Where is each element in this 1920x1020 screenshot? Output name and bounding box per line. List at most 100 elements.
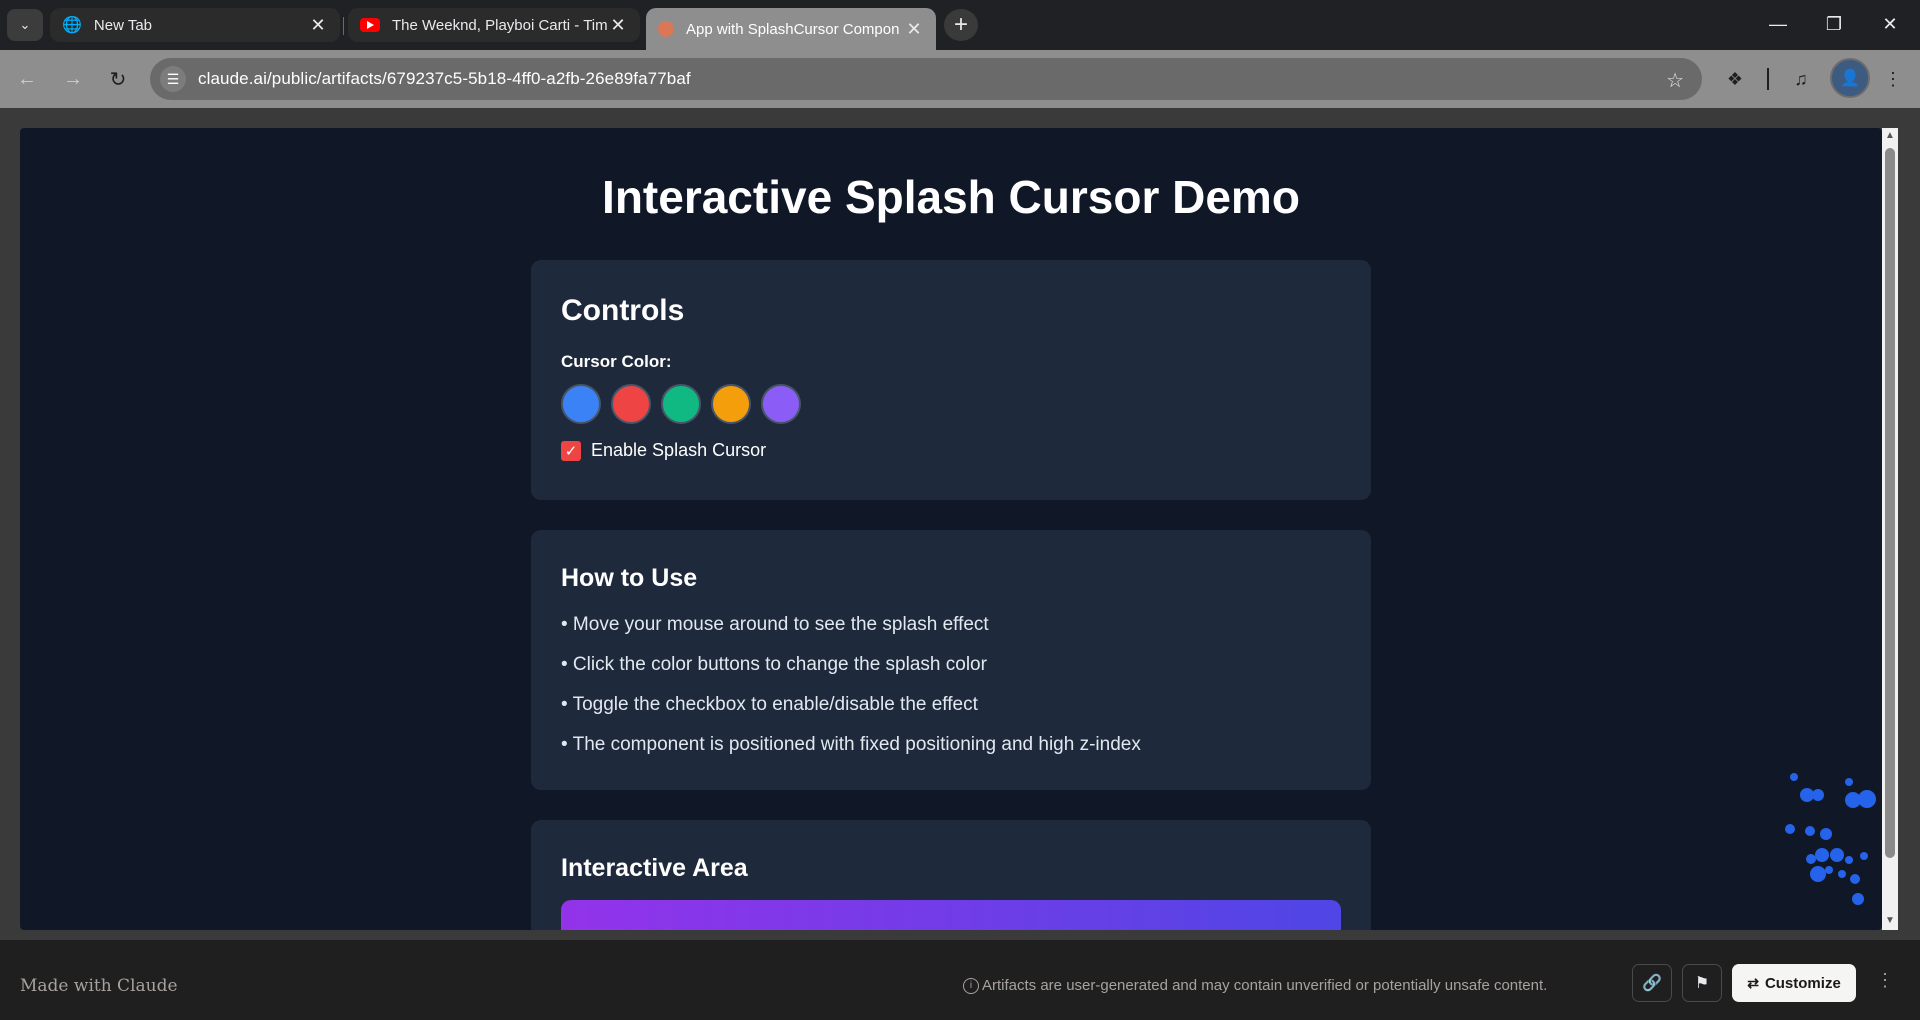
interactive-area-card: Interactive Area: [531, 820, 1371, 930]
new-tab-button[interactable]: +: [944, 9, 978, 41]
page-scrollbar[interactable]: ▲ ▼: [1882, 128, 1898, 930]
flag-icon: ⚑: [1694, 975, 1710, 992]
extensions-button[interactable]: ❖: [1720, 64, 1750, 94]
enable-splash-label: Enable Splash Cursor: [591, 440, 767, 460]
close-icon[interactable]: ✕: [904, 19, 924, 39]
browser-toolbar: ← → ↻ ☰ claude.ai/public/artifacts/67923…: [0, 50, 1920, 108]
arrow-left-icon: ←: [17, 67, 37, 90]
puzzle-icon: ❖: [1726, 68, 1744, 89]
splash-dot: [1805, 826, 1815, 836]
reload-button[interactable]: ↻: [103, 64, 133, 94]
splash-dot: [1825, 866, 1833, 874]
enable-splash-row[interactable]: ✓ Enable Splash Cursor: [561, 440, 766, 461]
address-bar[interactable]: ☰ claude.ai/public/artifacts/679237c5-5b…: [150, 58, 1702, 100]
color-swatch-button[interactable]: [611, 384, 651, 424]
controls-heading: Controls: [561, 294, 685, 327]
restore-icon: ❐: [1825, 13, 1843, 34]
page-title: Interactive Splash Cursor Demo: [602, 171, 1300, 223]
splash-dot: [1838, 870, 1846, 878]
cursor-color-label: Cursor Color:: [561, 352, 672, 371]
arrow-right-icon: →: [63, 67, 83, 90]
claude-icon: [658, 21, 674, 37]
more-options-icon[interactable]: ⋮: [1876, 970, 1894, 991]
splash-dot: [1830, 848, 1844, 862]
enable-splash-checkbox[interactable]: ✓: [561, 440, 581, 461]
scroll-down-icon[interactable]: ▼: [1885, 916, 1895, 926]
list-item: • Move your mouse around to see the spla…: [561, 614, 989, 635]
scroll-up-icon[interactable]: ▲: [1885, 131, 1895, 141]
tab-separator: [343, 17, 344, 35]
link-icon: 🔗: [1642, 975, 1662, 992]
tab-title: New Tab: [93, 16, 153, 34]
globe-icon: 🌐: [62, 17, 82, 34]
chevron-down-icon: ⌄: [19, 17, 31, 32]
splash-dot: [1845, 778, 1853, 786]
plus-icon: +: [953, 11, 968, 38]
profile-avatar[interactable]: 👤: [1830, 58, 1870, 98]
list-item: • Toggle the checkbox to enable/disable …: [561, 694, 978, 715]
tab-title: The Weeknd, Playboi Carti - Tim: [392, 16, 608, 34]
splash-dot: [1852, 893, 1864, 905]
color-swatch-button[interactable]: [661, 384, 701, 424]
media-control-button[interactable]: ♫: [1786, 64, 1816, 94]
tab-new-tab[interactable]: 🌐 New Tab ✕: [50, 8, 340, 42]
interactive-area-heading: Interactive Area: [561, 854, 748, 882]
minimize-icon: —: [1769, 13, 1787, 34]
customize-button[interactable]: ⇄ Customize: [1732, 964, 1856, 1002]
artifact-footer: Made with Claude i Artifacts are user-ge…: [0, 940, 1920, 1020]
how-to-use-heading: How to Use: [561, 564, 698, 592]
tab-search-button[interactable]: ⌄: [7, 9, 43, 41]
youtube-icon: [360, 18, 380, 32]
splash-dot: [1850, 874, 1860, 884]
splash-dot: [1806, 854, 1816, 864]
color-swatch-button[interactable]: [711, 384, 751, 424]
close-icon: ✕: [1882, 13, 1898, 34]
site-info-icon[interactable]: ☰: [160, 66, 186, 92]
splash-dot: [1790, 773, 1798, 781]
tab-title: App with SplashCursor Compon: [686, 20, 900, 38]
playlist-icon: ♫: [1794, 68, 1808, 89]
restore-button[interactable]: ❐: [1806, 0, 1862, 48]
avatar-icon: 👤: [1840, 70, 1860, 87]
close-icon[interactable]: ✕: [608, 15, 628, 35]
customize-label: Customize: [1764, 974, 1841, 992]
made-with-claude[interactable]: Made with Claude: [20, 976, 178, 996]
splash-dot: [1810, 866, 1826, 882]
color-swatches: [561, 384, 811, 424]
copy-link-button[interactable]: 🔗: [1632, 964, 1672, 1002]
info-icon: i: [963, 977, 979, 994]
tips-list: • Move your mouse around to see the spla…: [561, 610, 1141, 770]
tab-splash-cursor-app[interactable]: App with SplashCursor Compon ✕: [646, 8, 936, 50]
kebab-menu-icon: ⋮: [1884, 68, 1902, 89]
list-item: • Click the color buttons to change the …: [561, 654, 987, 675]
back-button[interactable]: ←: [12, 64, 42, 94]
scroll-thumb[interactable]: [1885, 148, 1895, 858]
how-to-use-card: How to Use • Move your mouse around to s…: [531, 530, 1371, 790]
tab-youtube[interactable]: The Weeknd, Playboi Carti - Tim ✕: [348, 8, 640, 42]
splash-dot: [1858, 790, 1876, 808]
interactive-gradient-area[interactable]: [561, 900, 1341, 930]
shuffle-icon: ⇄: [1747, 974, 1759, 991]
artifact-content: Interactive Splash Cursor Demo Controls …: [20, 128, 1882, 930]
controls-card: Controls Cursor Color: ✓ Enable Splash C…: [531, 260, 1371, 500]
toolbar-divider: [1767, 68, 1769, 90]
tab-strip: ⌄ 🌐 New Tab ✕ The Weeknd, Playboi Carti …: [0, 0, 1920, 50]
splash-dot: [1845, 856, 1853, 864]
report-button[interactable]: ⚑: [1682, 964, 1722, 1002]
close-window-button[interactable]: ✕: [1862, 0, 1918, 48]
safety-notice-text: Artifacts are user-generated and may con…: [982, 977, 1548, 994]
forward-button[interactable]: →: [58, 64, 88, 94]
browser-menu-button[interactable]: ⋮: [1878, 64, 1908, 94]
bookmark-star-icon[interactable]: ☆: [1666, 68, 1684, 93]
color-swatch-button[interactable]: [761, 384, 801, 424]
splash-dot: [1812, 789, 1824, 801]
splash-dot: [1820, 828, 1832, 840]
checkmark-icon: ✓: [564, 442, 578, 460]
splash-dot: [1815, 848, 1829, 862]
minimize-button[interactable]: —: [1750, 0, 1806, 48]
splash-dot: [1860, 852, 1868, 860]
close-icon[interactable]: ✕: [308, 15, 328, 35]
splash-dot: [1785, 824, 1795, 834]
url-text: claude.ai/public/artifacts/679237c5-5b18…: [198, 69, 691, 88]
color-swatch-button[interactable]: [561, 384, 601, 424]
